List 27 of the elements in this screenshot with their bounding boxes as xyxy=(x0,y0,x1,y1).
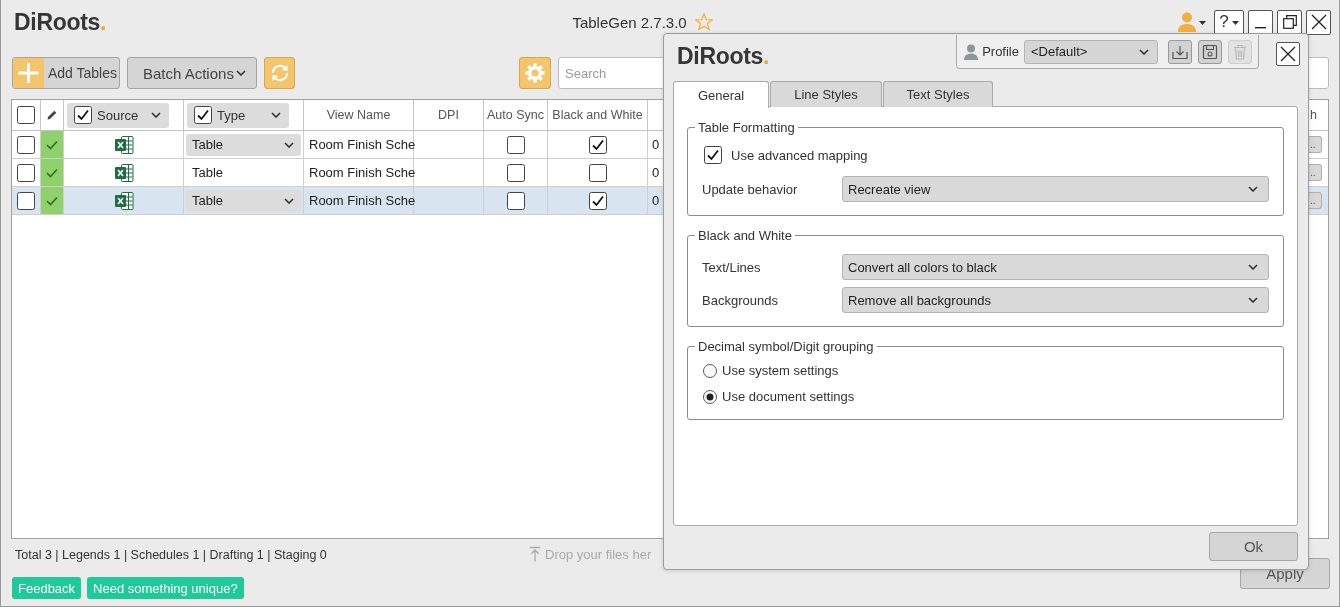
table-cell-text: 0 xyxy=(651,165,660,180)
column-header: DPI xyxy=(438,108,459,122)
radio-label: Use document settings xyxy=(722,389,855,404)
column-header: Auto Sync xyxy=(487,108,544,122)
column-header: View Name xyxy=(326,108,391,122)
table-cell-text: Room Finish Sche xyxy=(308,193,416,208)
table-cell-text: Room Finish Sche xyxy=(308,137,416,152)
group-title: Decimal symbol/Digit grouping xyxy=(697,339,875,354)
radio-label: Use system settings xyxy=(722,363,839,378)
group-title: Black and White xyxy=(697,228,793,243)
group-title: Table Formatting xyxy=(697,120,796,135)
app-logo: DiRoots. xyxy=(677,43,770,69)
table-cell-text: 0 xyxy=(651,137,660,152)
field-label: Text/Lines xyxy=(702,259,761,275)
field-label: Backgrounds xyxy=(702,292,778,308)
status-summary: Total 3 | Legends 1 | Schedules 1 | Drafting 1 | Staging 0 xyxy=(15,547,327,562)
checkbox-label: Use advanced mapping xyxy=(731,147,868,163)
drop-hint: Drop your files her xyxy=(545,546,652,562)
table-cell-text: 0 xyxy=(651,193,660,208)
app-logo: DiRoots. xyxy=(14,9,107,35)
window-title: TableGen 2.7.3.0 xyxy=(572,13,687,31)
table-cell-text: Table xyxy=(191,165,224,180)
field-label: Profile xyxy=(982,44,1019,59)
column-header: h xyxy=(1310,108,1317,122)
table-cell-text: Room Finish Sche xyxy=(308,165,416,180)
column-header: Black and White xyxy=(552,108,643,122)
field-label: Update behavior xyxy=(702,181,798,197)
